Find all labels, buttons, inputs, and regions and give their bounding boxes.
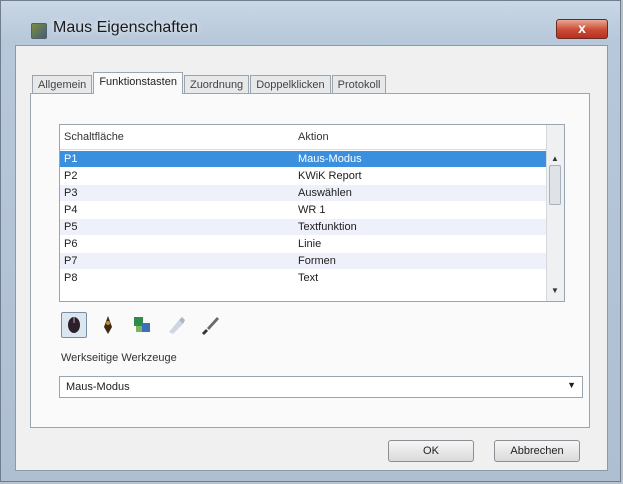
list-item[interactable]: P6 Linie — [60, 236, 548, 252]
list-item[interactable]: P3 Auswählen — [60, 185, 548, 201]
tab-doppelklicken[interactable]: Doppelklicken — [250, 75, 331, 94]
tab-protokoll[interactable]: Protokoll — [331, 75, 387, 94]
dialog-body: Allgemein Funktionstasten Zuordnung Dopp… — [15, 45, 608, 471]
window-title: Maus Eigenschaften — [53, 19, 198, 36]
list-scrollbar[interactable]: ▲ ▼ — [546, 125, 564, 301]
close-icon: x — [578, 20, 586, 36]
list-item-action: WR 1 — [298, 204, 326, 216]
list-item-key: P3 — [64, 187, 78, 199]
list-item-key: P5 — [64, 221, 78, 233]
tab-strip: Allgemein Funktionstasten Zuordnung Dopp… — [32, 72, 387, 94]
scroll-thumb[interactable] — [549, 165, 561, 205]
column-header-action[interactable]: Aktion — [298, 131, 329, 143]
list-item[interactable]: P7 Formen — [60, 253, 548, 269]
list-item-key: P8 — [64, 272, 78, 284]
list-item-action: Formen — [298, 255, 336, 267]
ok-button[interactable]: OK — [388, 440, 474, 462]
list-item[interactable]: P2 KWiK Report — [60, 168, 548, 184]
list-item[interactable]: P5 Textfunktion — [60, 219, 548, 235]
tab-panel: Schaltfläche Aktion P1 Maus-Modus P2 KWiK … — [30, 93, 590, 428]
tab-funktionstasten[interactable]: Funktionstasten — [93, 72, 183, 94]
highlighter-icon[interactable] — [163, 312, 189, 338]
list-header: Schaltfläche Aktion — [60, 125, 548, 150]
palette-icon[interactable] — [129, 312, 155, 338]
werkzeug-selected-value: Maus-Modus — [66, 381, 130, 393]
list-item[interactable]: P8 Text — [60, 270, 548, 286]
list-item-key: P4 — [64, 204, 78, 216]
app-icon — [31, 23, 47, 39]
tab-allgemein[interactable]: Allgemein — [32, 75, 93, 94]
brush-icon[interactable] — [197, 312, 223, 338]
list-item-key: P6 — [64, 238, 78, 250]
button-action-list[interactable]: Schaltfläche Aktion P1 Maus-Modus P2 KWiK … — [59, 124, 565, 302]
list-item-action: Auswählen — [298, 187, 352, 199]
mouse-mode-icon[interactable] — [61, 312, 87, 338]
title-bar[interactable]: Maus Eigenschaften x — [1, 1, 620, 45]
werkzeug-dropdown[interactable]: Maus-Modus ▼ — [59, 376, 583, 398]
close-button[interactable]: x — [556, 19, 608, 39]
properties-window: Maus Eigenschaften x Allgemein Funktions… — [0, 0, 621, 482]
list-item-action: Textfunktion — [298, 221, 357, 233]
list-item-key: P7 — [64, 255, 78, 267]
list-item-key: P1 — [64, 153, 78, 165]
chevron-down-icon: ▼ — [567, 380, 576, 390]
list-item-action: KWiK Report — [298, 170, 362, 182]
list-item-key: P2 — [64, 170, 78, 182]
scroll-down-icon[interactable]: ▼ — [547, 283, 563, 299]
tab-zuordnung[interactable]: Zuordnung — [183, 75, 250, 94]
cancel-button[interactable]: Abbrechen — [494, 440, 580, 462]
pen-tool-icon[interactable] — [95, 312, 121, 338]
list-item[interactable]: P4 WR 1 — [60, 202, 548, 218]
werkzeug-label: Werkseitige Werkzeuge — [61, 352, 177, 364]
list-item[interactable]: P1 Maus-Modus — [60, 151, 548, 167]
list-item-action: Linie — [298, 238, 322, 250]
list-item-action: Maus-Modus — [298, 153, 362, 165]
tool-icon-bar — [61, 312, 223, 340]
column-header-button[interactable]: Schaltfläche — [64, 131, 124, 143]
list-item-action: Text — [298, 272, 319, 284]
